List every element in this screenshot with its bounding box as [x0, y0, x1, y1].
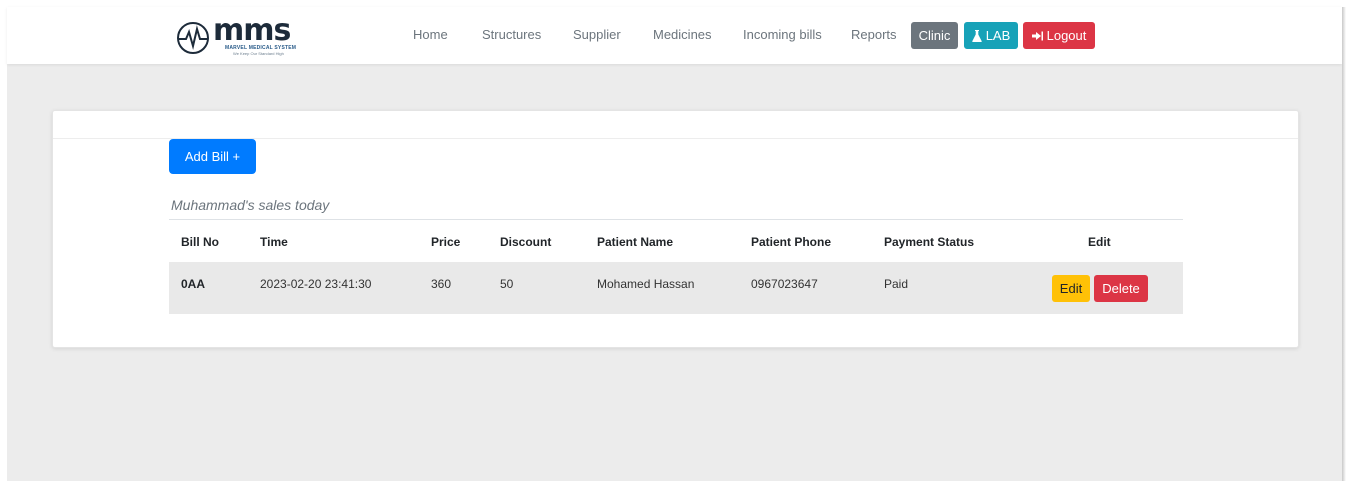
column-header-discount: Discount	[500, 235, 552, 249]
brand-tagline: We Keep Our Standard High	[233, 51, 284, 56]
nav-link-incoming-bills[interactable]: Incoming bills	[743, 27, 822, 42]
add-bill-button[interactable]: Add Bill +	[169, 139, 256, 174]
flask-icon	[971, 29, 982, 42]
table-divider	[169, 219, 1183, 220]
brand-logo[interactable]: mms MARVEL MEDICAL SYSTEM We Keep Our St…	[175, 13, 296, 58]
cell-bill-no: 0AA	[181, 277, 206, 291]
nav-link-structures[interactable]: Structures	[482, 27, 541, 42]
column-header-price: Price	[431, 235, 461, 249]
edit-button[interactable]: Edit	[1052, 275, 1090, 302]
cell-price: 360	[431, 277, 452, 291]
logout-button-label: Logout	[1046, 28, 1087, 43]
lab-button-label: LAB	[985, 28, 1011, 43]
heartbeat-logo-icon	[177, 22, 209, 54]
table-row: 0AA 2023-02-20 23:41:30 360 50 Mohamed H…	[169, 262, 1183, 314]
nav-link-reports[interactable]: Reports	[851, 27, 897, 42]
nav-link-supplier[interactable]: Supplier	[573, 27, 621, 42]
logout-button[interactable]: Logout	[1023, 22, 1095, 49]
clinic-button[interactable]: Clinic	[911, 22, 958, 49]
navbar: mms MARVEL MEDICAL SYSTEM We Keep Our St…	[7, 7, 1342, 64]
column-header-time: Time	[260, 235, 288, 249]
cell-discount: 50	[500, 277, 514, 291]
clinic-button-label: Clinic	[918, 28, 951, 43]
lab-button[interactable]: LAB	[964, 22, 1018, 49]
cell-time: 2023-02-20 23:41:30	[260, 277, 372, 291]
cell-payment-status: Paid	[884, 277, 909, 291]
delete-button[interactable]: Delete	[1094, 275, 1148, 302]
column-header-patient-name: Patient Name	[597, 235, 674, 249]
brand-name: mms	[213, 13, 291, 48]
window-edge-shadow	[1342, 7, 1346, 481]
column-header-payment-status: Payment Status	[884, 235, 975, 249]
sales-title: Muhammad's sales today	[171, 197, 330, 213]
column-header-edit: Edit	[1088, 235, 1111, 249]
nav-link-medicines[interactable]: Medicines	[653, 27, 712, 42]
cell-patient-name: Mohamed Hassan	[597, 277, 695, 291]
column-header-bill-no: Bill No	[181, 235, 219, 249]
sign-out-icon	[1031, 31, 1043, 40]
cell-patient-phone: 0967023647	[751, 277, 818, 291]
sales-card: Add Bill + Muhammad's sales today Bill N…	[52, 110, 1299, 348]
nav-link-home[interactable]: Home	[413, 27, 448, 42]
app-window: mms MARVEL MEDICAL SYSTEM We Keep Our St…	[7, 7, 1342, 481]
column-header-patient-phone: Patient Phone	[751, 235, 832, 249]
